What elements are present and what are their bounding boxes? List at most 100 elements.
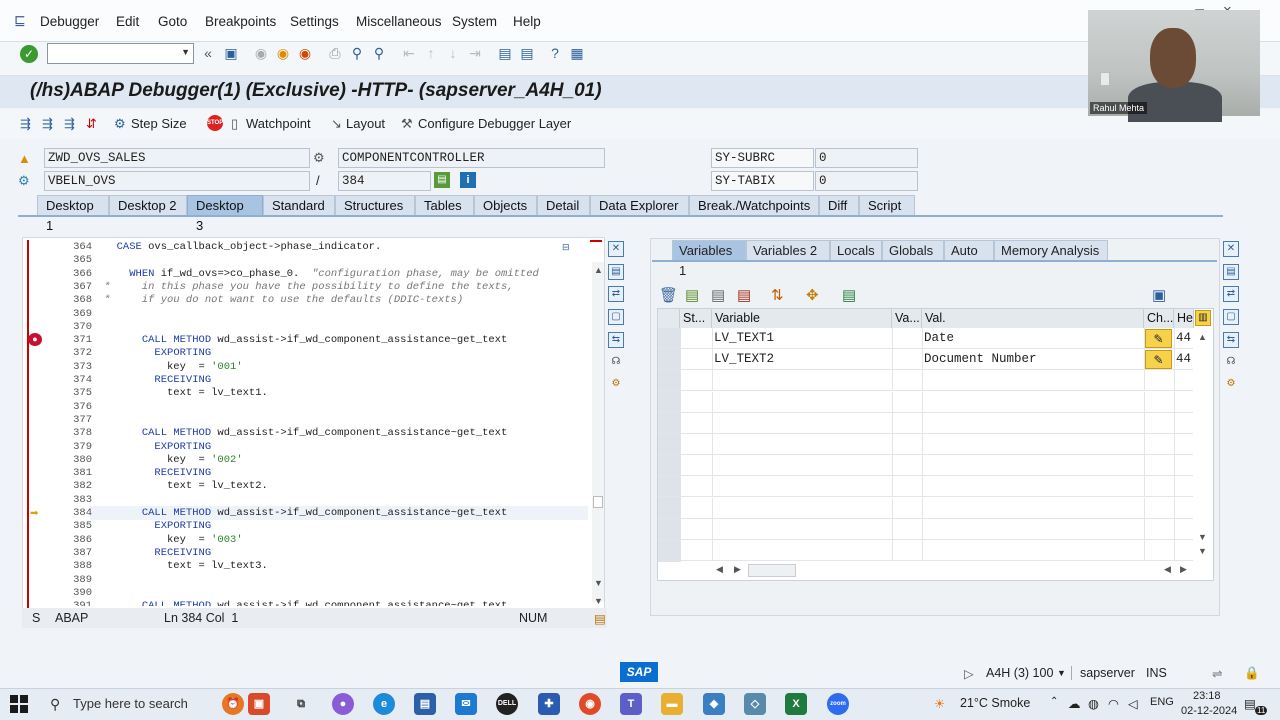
insert-row-icon[interactable]: ▤ [685, 286, 699, 304]
save-variables-icon[interactable]: ▣ [1152, 286, 1166, 304]
cloud-icon[interactable]: ☁ [1068, 696, 1081, 711]
shortcut-icon[interactable]: ▤ [518, 44, 536, 62]
file-explorer-icon[interactable]: ▬ [661, 693, 683, 715]
tab-breakpoints-watchpoints[interactable]: Break./Watchpoints [689, 195, 819, 216]
table-row[interactable] [658, 519, 1193, 540]
expand-status-icon[interactable]: ▷ [964, 666, 974, 681]
menu-edit[interactable]: Edit [116, 14, 139, 29]
help-icon[interactable]: ? [546, 44, 564, 62]
settings-right-tool-icon[interactable]: ⚙ [1223, 377, 1239, 393]
code-line[interactable]: 389 [22, 574, 597, 587]
edit-pencil-icon[interactable]: ✎ [1145, 350, 1172, 370]
h-scroll-thumb[interactable] [748, 564, 796, 577]
tab-desktop-1[interactable]: Desktop 1 [37, 195, 109, 233]
teams-icon[interactable]: T [620, 693, 642, 715]
col-variable[interactable]: Variable [712, 309, 892, 328]
code-line[interactable]: 386 key = '003' [22, 534, 597, 547]
tab-script[interactable]: Script [859, 195, 915, 216]
edit-pencil-icon[interactable]: ✎ [1145, 329, 1172, 348]
mail-icon[interactable]: ✉ [455, 693, 477, 715]
import-icon[interactable]: ⇅ [771, 286, 784, 304]
col-hex[interactable]: He [1174, 309, 1194, 328]
table-row[interactable] [658, 413, 1193, 434]
menu-debugger[interactable]: Debugger [40, 14, 99, 29]
table-row[interactable] [658, 498, 1193, 519]
scroll-up-icon[interactable]: ▲ [594, 265, 603, 275]
double-chevron-left-icon[interactable]: « [199, 44, 217, 62]
notification-icon[interactable]: ▤ [1244, 696, 1256, 711]
configure-debugger-layer-button[interactable]: Configure Debugger Layer [418, 116, 571, 131]
variable-value-cell[interactable]: Document Number [924, 349, 1037, 370]
watchpoint-button[interactable]: Watchpoint [246, 116, 311, 131]
col-value[interactable]: Val. [922, 309, 1144, 328]
code-line[interactable]: 390 [22, 587, 597, 600]
clock-date[interactable]: 02-12-2024 [1181, 705, 1237, 717]
tab-globals[interactable]: Globals [882, 240, 944, 261]
clock-app-icon[interactable]: ⏰ [222, 693, 244, 715]
settings-tool-icon[interactable]: ⚙ [608, 377, 624, 393]
code-line[interactable]: 381 RECEIVING [22, 467, 597, 480]
variable-name-cell[interactable]: LV_TEXT2 [714, 349, 774, 370]
code-line[interactable]: 388 text = lv_text3. [22, 560, 597, 573]
maximize-tool-icon[interactable]: ▢ [608, 309, 624, 325]
delete-icon[interactable]: 🗑 [659, 286, 678, 304]
append-row-icon[interactable]: ▤ [711, 286, 725, 304]
tab-locals[interactable]: Locals [830, 240, 882, 261]
command-field[interactable]: ▼ [47, 43, 194, 64]
navigate-icon[interactable]: ⚙ [313, 150, 325, 166]
variable-hex-cell[interactable]: 44 [1176, 328, 1191, 349]
edge-icon[interactable]: e [373, 693, 395, 715]
breakpoint-icon[interactable]: ● [28, 333, 42, 346]
services-right-tool-icon[interactable]: ☊ [1223, 355, 1239, 371]
table-row[interactable] [658, 540, 1193, 561]
sap-logon-icon[interactable]: ◇ [744, 693, 766, 715]
print-icon[interactable]: ⎙ [326, 44, 344, 62]
column-settings-icon[interactable]: ▥ [1195, 310, 1211, 326]
code-line[interactable]: 375 text = lv_text1. [22, 387, 597, 400]
menu-breakpoints[interactable]: Breakpoints [205, 14, 276, 29]
menu-miscellaneous[interactable]: Miscellaneous [356, 14, 442, 29]
new-tool-icon[interactable]: ▤ [608, 264, 624, 280]
code-line[interactable]: 380 key = '002' [22, 454, 597, 467]
previous-page-icon[interactable]: ↑ [422, 44, 440, 62]
language-indicator[interactable]: ENG [1150, 696, 1174, 708]
scroll-right-icon[interactable]: ▶ [734, 564, 741, 575]
code-line[interactable]: 377 [22, 414, 597, 427]
tab-data-explorer[interactable]: Data Explorer [590, 195, 689, 216]
variable-name-cell[interactable]: LV_TEXT1 [714, 328, 774, 349]
col-status[interactable]: St... [680, 309, 712, 328]
info-icon[interactable]: i [460, 172, 476, 188]
enter-check-icon[interactable]: ✓ [20, 45, 38, 63]
tab-tables[interactable]: Tables [415, 195, 474, 216]
code-scrollbar[interactable] [592, 262, 604, 602]
tab-variables-2[interactable]: Variables 2 [746, 240, 830, 261]
lock-icon[interactable]: 🔒 [1244, 666, 1260, 681]
services-tool-icon[interactable]: ☊ [608, 355, 624, 371]
col-value-icon[interactable]: Va... [892, 309, 922, 328]
variable-hex-cell[interactable]: 44 [1176, 349, 1191, 370]
menu-goto[interactable]: Goto [158, 14, 187, 29]
tray-chevron-icon[interactable]: ⌃ [1050, 696, 1058, 707]
excel-icon[interactable]: X [785, 693, 807, 715]
stop-icon[interactable]: STOP [207, 115, 223, 131]
step-size-button[interactable]: Step Size [131, 116, 187, 131]
taskbar-search[interactable]: ⚲ Type here to search [44, 692, 214, 716]
code-line[interactable]: 379 EXPORTING [22, 441, 597, 454]
export-icon[interactable]: ▤ [842, 286, 856, 304]
code-line[interactable]: 387 RECEIVING [22, 547, 597, 560]
close-right-tool-icon[interactable]: ✕ [1223, 241, 1239, 257]
code-line[interactable]: 384 CALL METHOD wd_assist->if_wd_compone… [22, 507, 597, 520]
tab-standard[interactable]: Standard [263, 195, 335, 216]
table-row[interactable] [658, 392, 1193, 413]
tab-memory-analysis[interactable]: Memory Analysis [994, 240, 1108, 261]
gift-app-icon[interactable]: ▣ [248, 693, 270, 715]
tab-structures[interactable]: Structures [335, 195, 415, 216]
maximize-right-tool-icon[interactable]: ▢ [1223, 309, 1239, 325]
scroll-thumb[interactable] [593, 496, 603, 508]
last-page-icon[interactable]: ⇥ [466, 44, 484, 62]
code-line[interactable]: 369 [22, 308, 597, 321]
swap-tool-icon[interactable]: ⇆ [608, 332, 624, 348]
source-icon[interactable]: ▤ [434, 172, 450, 188]
execute-icon[interactable]: ⇶ [42, 116, 53, 132]
dell-icon[interactable]: DELL [496, 693, 518, 715]
